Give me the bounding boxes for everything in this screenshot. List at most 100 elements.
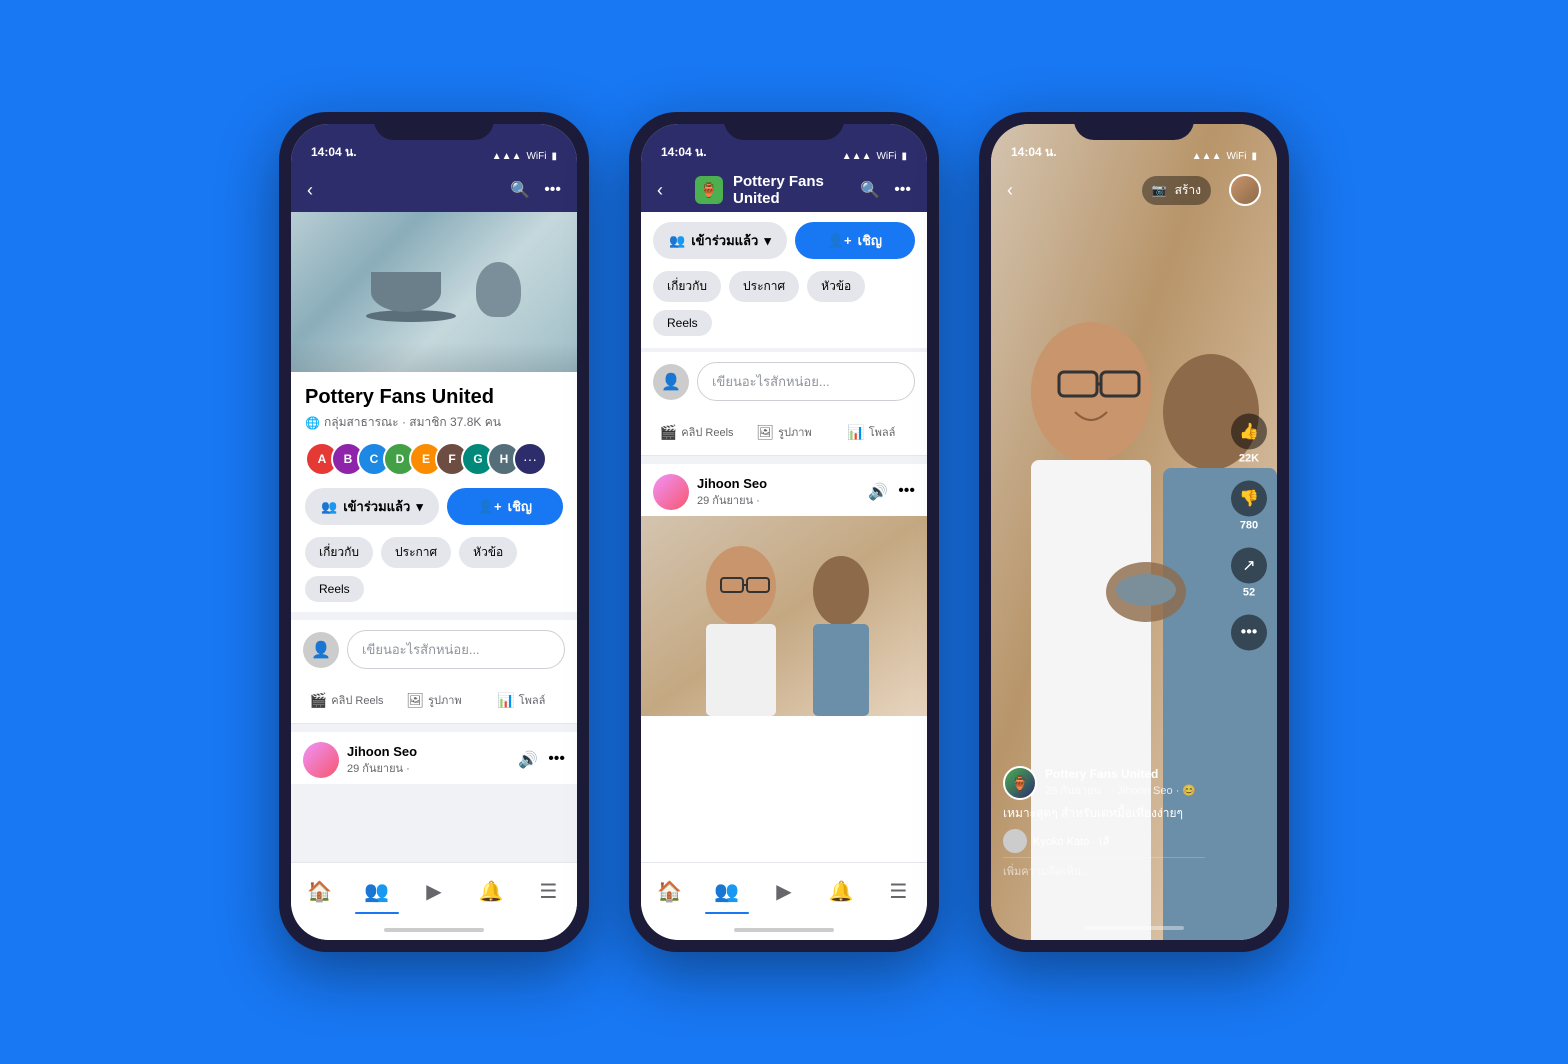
dislike-action[interactable]: 👎 780 xyxy=(1231,481,1267,532)
notch-1 xyxy=(374,112,494,140)
post-header-2: Jihoon Seo 29 กันยายน · 🔊 ••• xyxy=(641,464,927,516)
nav-bar-1: ‹ 🔍 ••• xyxy=(291,168,577,212)
menu-tab-2[interactable]: ☰ xyxy=(876,870,920,914)
like-count: 22K xyxy=(1239,453,1259,465)
signal-icon-2: ▲▲▲ xyxy=(842,151,872,162)
signal-icon-3: ▲▲▲ xyxy=(1192,151,1222,162)
wifi-icon-2: WiFi xyxy=(876,151,896,162)
volume-icon-1[interactable]: 🔊 xyxy=(518,750,538,770)
menu-icon-2: ☰ xyxy=(889,879,907,904)
photo-action-btn-1[interactable]: 🖼 รูปภาพ xyxy=(390,685,477,715)
tabs-row-1: เกี่ยวกับ ประกาศ หัวข้อ Reels xyxy=(305,537,563,602)
bell-tab-1[interactable]: 🔔 xyxy=(469,870,513,914)
groups-icon-1: 👥 xyxy=(364,879,389,904)
nav-bar-2: ‹ 🏺 Pottery Fans United 🔍 ••• xyxy=(641,168,927,212)
back-button-1[interactable]: ‹ xyxy=(307,180,335,201)
reels-action-btn-1[interactable]: 🎬 คลิป Reels xyxy=(303,685,390,715)
reels-comment-input[interactable]: เพิ่มความคิดเห็น... xyxy=(1003,857,1205,880)
active-bar-2 xyxy=(705,912,749,914)
joined-icon-2: 👥 xyxy=(669,233,685,249)
scrollable-content-2: 👥 เข้าร่วมแล้ว ▾ 👤+ เชิญ เกี่ยวกับ ประกา… xyxy=(641,212,927,862)
back-button-2[interactable]: ‹ xyxy=(657,180,685,201)
share-action[interactable]: ↗ 52 xyxy=(1231,548,1267,599)
tab-topic-2[interactable]: หัวข้อ xyxy=(807,271,865,302)
like-icon: 👍 xyxy=(1231,414,1267,450)
joined-button-1[interactable]: 👥 เข้าร่วมแล้ว ▾ xyxy=(305,488,439,525)
create-btn-3[interactable]: 📷 สร้าง xyxy=(1142,176,1211,205)
video-tab-2[interactable]: ▶ xyxy=(762,870,806,914)
action-buttons-1: 👥 เข้าร่วมแล้ว ▾ 👤+ เชิญ xyxy=(305,488,563,525)
poll-icon-1: 📊 xyxy=(497,692,514,709)
tab-topic-1[interactable]: หัวข้อ xyxy=(459,537,517,568)
search-icon-2[interactable]: 🔍 xyxy=(860,180,880,200)
commenter-name: Kyoko Kato · เส้ xyxy=(1033,832,1110,850)
poll-action-btn-2[interactable]: 📊 โพลล์ xyxy=(828,417,915,447)
notch-2 xyxy=(724,112,844,140)
phone-1: 14:04 น. ▲▲▲ WiFi ▮ ‹ 🔍 ••• xyxy=(279,112,589,952)
composer-actions-1: 🎬 คลิป Reels 🖼 รูปภาพ 📊 โพลล์ xyxy=(291,679,577,724)
video-icon-1: ▶ xyxy=(426,879,441,904)
photo-icon-1: 🖼 xyxy=(406,692,424,709)
home-bar-3 xyxy=(1084,926,1184,930)
reels-right-actions: 👍 22K 👎 780 ↗ 52 ••• xyxy=(1231,414,1267,651)
joined-icon-1: 👥 xyxy=(321,499,337,515)
reels-action-btn-2[interactable]: 🎬 คลิป Reels xyxy=(653,417,740,447)
home-bar-2 xyxy=(734,928,834,932)
invite-button-1[interactable]: 👤+ เชิญ xyxy=(447,488,563,525)
home-bar-1 xyxy=(384,928,484,932)
wifi-icon-1: WiFi xyxy=(526,151,546,162)
search-icon-1[interactable]: 🔍 xyxy=(510,180,530,200)
photo-action-btn-2[interactable]: 🖼 รูปภาพ xyxy=(740,417,827,447)
dislike-count: 780 xyxy=(1240,520,1258,532)
invite-button-2[interactable]: 👤+ เชิญ xyxy=(795,222,915,259)
status-time-1: 14:04 น. xyxy=(311,143,357,162)
poll-icon-2: 📊 xyxy=(847,424,864,441)
video-tab-1[interactable]: ▶ xyxy=(412,870,456,914)
camera-icon-3: 📷 xyxy=(1152,183,1167,197)
post-options-2: 🔊 ••• xyxy=(868,482,915,502)
tab-reels-2[interactable]: Reels xyxy=(653,310,712,336)
poll-action-btn-1[interactable]: 📊 โพลล์ xyxy=(478,685,565,715)
reels-group-avatar: 🏺 xyxy=(1003,766,1037,800)
groups-tab-1[interactable]: 👥 xyxy=(355,870,399,914)
home-tab-1[interactable]: 🏠 xyxy=(298,870,342,914)
home-tab-2[interactable]: 🏠 xyxy=(648,870,692,914)
wifi-icon-3: WiFi xyxy=(1226,151,1246,162)
post-options-1: 🔊 ••• xyxy=(518,750,565,770)
reels-bottom-info: 🏺 Pottery Fans United 29 กันยายน · · Jih… xyxy=(991,766,1217,880)
bell-icon-2: 🔔 xyxy=(829,879,854,904)
tab-announce-2[interactable]: ประกาศ xyxy=(729,271,799,302)
notch-3 xyxy=(1074,112,1194,140)
content-1: Pottery Fans United 🌐 กลุ่มสาธารณะ · สมา… xyxy=(291,212,577,862)
like-action[interactable]: 👍 22K xyxy=(1231,414,1267,465)
composer-input-2[interactable]: เขียนอะไรสักหน่อย... xyxy=(697,362,915,401)
battery-icon-2: ▮ xyxy=(901,151,907,162)
groups-tab-2[interactable]: 👥 xyxy=(705,870,749,914)
home-icon-2: 🏠 xyxy=(657,879,682,904)
composer-input-1[interactable]: เขียนอะไรสักหน่อย... xyxy=(347,630,565,669)
menu-tab-1[interactable]: ☰ xyxy=(526,870,570,914)
more-icon-1[interactable]: ••• xyxy=(544,181,561,199)
bowl-small xyxy=(476,262,521,317)
tab-announce-1[interactable]: ประกาศ xyxy=(381,537,451,568)
more-action[interactable]: ••• xyxy=(1231,615,1267,651)
composer-avatar-1: 👤 xyxy=(303,632,339,668)
post-author-1: Jihoon Seo 29 กันยายน · xyxy=(347,744,510,777)
dots-icon-2[interactable]: ••• xyxy=(898,482,915,502)
home-icon-1: 🏠 xyxy=(307,879,332,904)
dots-icon-1[interactable]: ••• xyxy=(548,750,565,770)
tab-about-1[interactable]: เกี่ยวกับ xyxy=(305,537,373,568)
post-image-2 xyxy=(641,516,927,716)
phone3-nav-bar: ‹ 📷 สร้าง xyxy=(991,168,1277,212)
tab-about-2[interactable]: เกี่ยวกับ xyxy=(653,271,721,302)
more-icon-2[interactable]: ••• xyxy=(894,181,911,199)
joined-button-2[interactable]: 👥 เข้าร่วมแล้ว ▾ xyxy=(653,222,787,259)
reels-group-row: 🏺 Pottery Fans United 29 กันยายน · · Jih… xyxy=(1003,766,1205,800)
bell-tab-2[interactable]: 🔔 xyxy=(819,870,863,914)
post-header-1: Jihoon Seo 29 กันยายน · 🔊 ••• xyxy=(291,732,577,784)
status-icons-1: ▲▲▲ WiFi ▮ xyxy=(492,151,557,162)
volume-icon-2[interactable]: 🔊 xyxy=(868,482,888,502)
back-button-3[interactable]: ‹ xyxy=(1007,180,1013,201)
tab-reels-1[interactable]: Reels xyxy=(305,576,364,602)
create-label-3: สร้าง xyxy=(1175,181,1201,200)
